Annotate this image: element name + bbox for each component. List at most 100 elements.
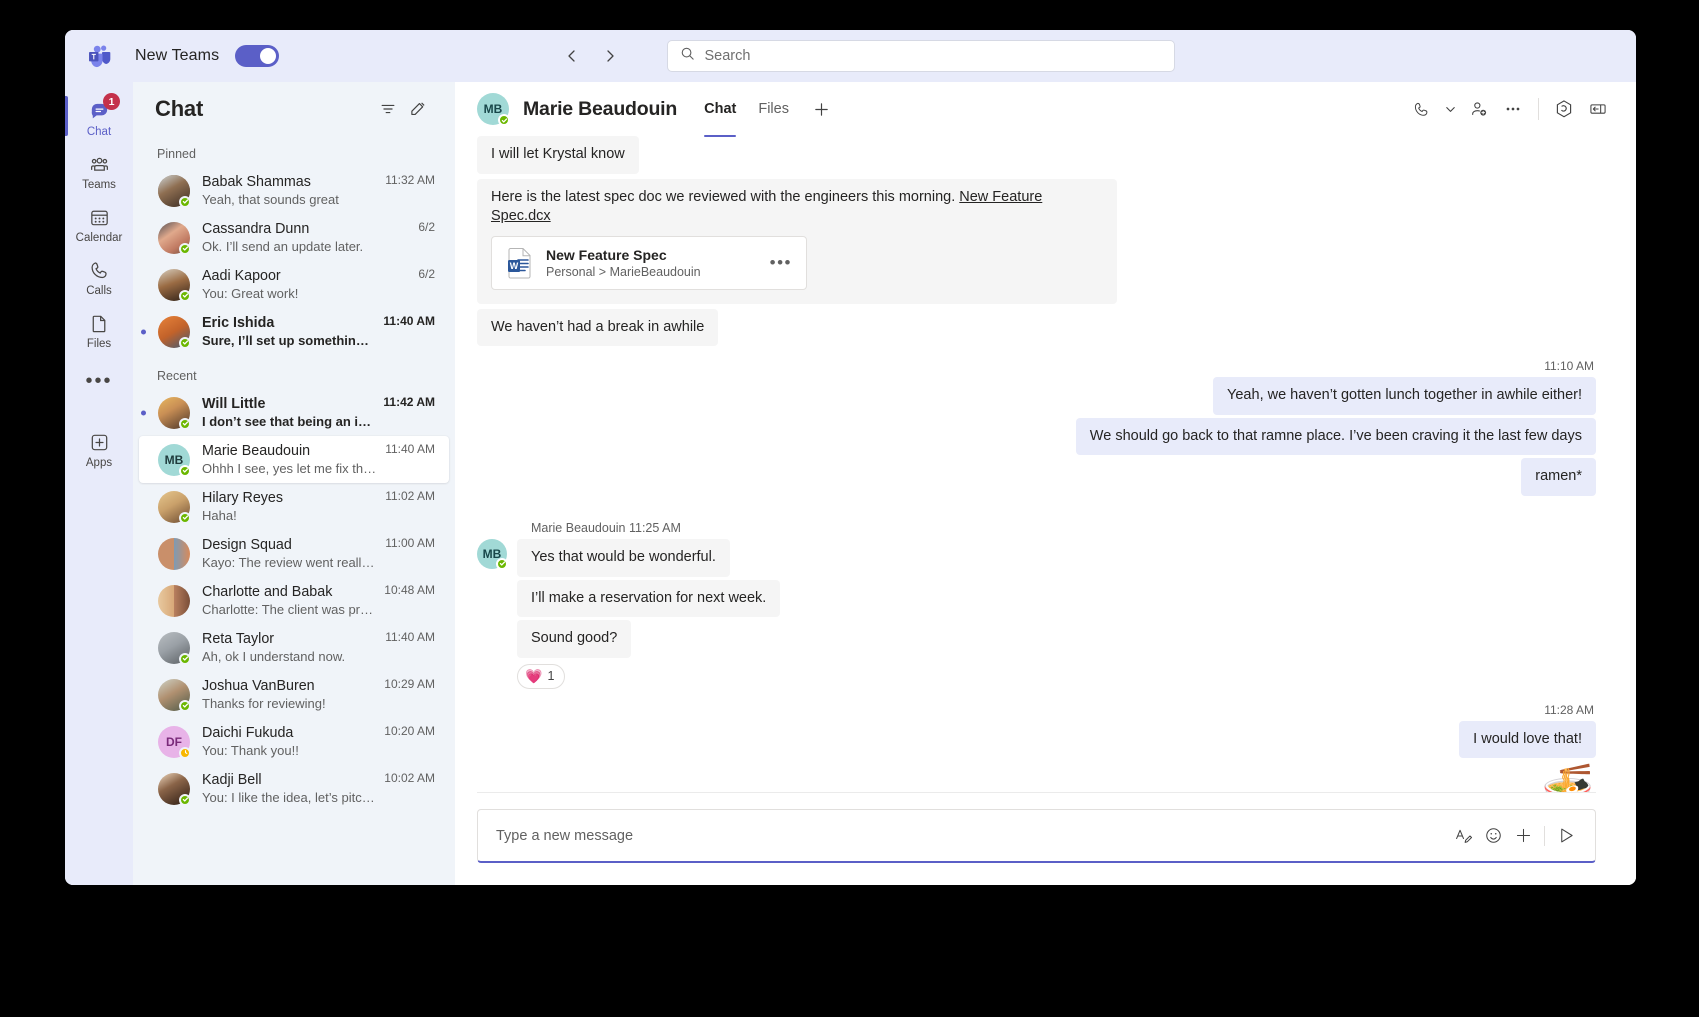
chat-name: Marie Beaudouin <box>202 442 377 460</box>
call-icon[interactable] <box>1405 93 1437 125</box>
new-chat-icon[interactable] <box>403 94 433 124</box>
list-item[interactable]: Design Squad Kayo: The review went reall… <box>139 530 449 577</box>
chat-timestamp: 11:40 AM <box>385 442 435 456</box>
send-icon[interactable] <box>1551 821 1581 851</box>
chat-name: Joshua VanBuren <box>202 677 376 695</box>
message-bubble: I would love that! <box>1459 721 1596 759</box>
avatar: MB <box>477 539 507 569</box>
chat-name: Will Little <box>202 395 375 413</box>
avatar <box>158 269 190 301</box>
emoji-icon[interactable] <box>1478 821 1508 851</box>
chat-preview: Ok. I’ll send an update later. <box>202 238 410 255</box>
divider <box>1538 98 1539 120</box>
list-item[interactable]: Charlotte and Babak Charlotte: The clien… <box>139 577 449 624</box>
message-group-outgoing: 11:28 AM I would love that! 🍜 <box>477 703 1596 793</box>
list-item[interactable]: Reta Taylor Ah, ok I understand now. 11:… <box>139 624 449 671</box>
filter-icon[interactable] <box>373 94 403 124</box>
title-bar: New Teams Search <box>65 30 1636 82</box>
chat-preview: Charlotte: The client was pretty happy w… <box>202 601 376 618</box>
file-more-icon[interactable]: ••• <box>766 254 796 271</box>
rail-item-chat[interactable]: 1 Chat <box>65 90 133 143</box>
chevron-down-icon[interactable] <box>1439 93 1461 125</box>
list-item[interactable]: Kadji Bell You: I like the idea, let’s p… <box>139 765 449 812</box>
list-item-selected[interactable]: MB Marie Beaudouin Ohhh I see, yes let m… <box>139 436 449 483</box>
file-name: New Feature Spec <box>546 247 766 263</box>
more-options-icon[interactable] <box>1497 93 1529 125</box>
file-path: Personal > MarieBeaudouin <box>546 265 766 279</box>
format-text-icon[interactable] <box>1448 821 1478 851</box>
copilot-icon[interactable] <box>1548 93 1580 125</box>
list-item[interactable]: Will Little I don’t see that being an is… <box>139 389 449 436</box>
chat-timestamp: 6/2 <box>418 267 435 281</box>
avatar <box>158 316 190 348</box>
message-input[interactable]: Type a new message <box>477 809 1596 863</box>
avatar <box>158 175 190 207</box>
message-bubble: We should go back to that ramne place. I… <box>1076 418 1596 456</box>
list-item[interactable]: Hilary Reyes Haha! 11:02 AM <box>139 483 449 530</box>
chat-name: Aadi Kapoor <box>202 267 410 285</box>
message-thread[interactable]: I will let Krystal know Here is the late… <box>455 136 1636 793</box>
add-people-icon[interactable] <box>1463 93 1495 125</box>
message-timestamp: 11:10 AM <box>477 359 1594 373</box>
file-message-body: Here is the latest spec doc we reviewed … <box>491 189 959 205</box>
presence-available-icon <box>496 558 508 570</box>
chat-preview: Ohhh I see, yes let me fix that! <box>202 460 377 477</box>
rail-item-files[interactable]: Files <box>65 302 133 355</box>
list-item[interactable]: Eric Ishida Sure, I’ll set up something … <box>139 308 449 355</box>
back-button[interactable] <box>557 41 587 71</box>
rail-item-calendar[interactable]: Calendar <box>65 196 133 249</box>
add-tab-icon[interactable] <box>808 95 836 123</box>
reaction-badge[interactable]: 💗 1 <box>517 664 565 689</box>
file-attachment-card[interactable]: W New Feature Spec Personal > MarieBeaud… <box>491 236 807 290</box>
tab-chat[interactable]: Chat <box>695 95 745 123</box>
list-item[interactable]: Joshua VanBuren Thanks for reviewing! 10… <box>139 671 449 718</box>
avatar <box>158 491 190 523</box>
conversation-pane: MB Marie Beaudouin Chat Files <box>455 82 1636 885</box>
navigation-arrows <box>557 41 625 71</box>
list-item[interactable]: Cassandra Dunn Ok. I’ll send an update l… <box>139 214 449 261</box>
forward-button[interactable] <box>595 41 625 71</box>
avatar-initials: MB <box>165 453 184 467</box>
tab-files[interactable]: Files <box>749 95 798 123</box>
svg-text:W: W <box>510 261 519 271</box>
rail-item-teams[interactable]: Teams <box>65 143 133 196</box>
presence-available-icon <box>179 196 191 208</box>
conversation-header: MB Marie Beaudouin Chat Files <box>455 82 1636 136</box>
rail-item-apps[interactable]: Apps <box>65 421 133 474</box>
presence-available-icon <box>179 243 191 255</box>
chat-list-pane: Chat Pinned <box>133 82 455 885</box>
message-bubble: ramen* <box>1521 458 1596 496</box>
message-bubble: I will let Krystal know <box>477 136 639 174</box>
rail-label-calls: Calls <box>86 285 112 297</box>
chat-timestamp: 6/2 <box>418 220 435 234</box>
chat-preview: You: Thank you!! <box>202 742 376 759</box>
chat-name: Daichi Fukuda <box>202 724 376 742</box>
section-label-recent: Recent <box>133 355 455 389</box>
rail-item-calls[interactable]: Calls <box>65 249 133 302</box>
chat-list-scroll[interactable]: Pinned Babak Shammas Yeah, that sounds g… <box>133 136 455 885</box>
unread-indicator <box>141 410 146 415</box>
rail-label-calendar: Calendar <box>76 232 123 244</box>
search-input[interactable]: Search <box>667 40 1175 72</box>
chat-name: Kadji Bell <box>202 771 376 789</box>
message-group-outgoing: 11:10 AM Yeah, we haven’t gotten lunch t… <box>477 359 1596 499</box>
avatar-group <box>158 538 190 570</box>
reaction-count: 1 <box>547 669 554 683</box>
chat-timestamp: 10:48 AM <box>384 583 435 597</box>
new-teams-toggle[interactable] <box>235 45 279 67</box>
message-bubble-with-file: Here is the latest spec doc we reviewed … <box>477 179 1117 304</box>
chat-preview: I don’t see that being an issue. Can you… <box>202 413 375 430</box>
chat-preview: Yeah, that sounds great <box>202 191 377 208</box>
avatar: DF <box>158 726 190 758</box>
expand-pane-icon[interactable] <box>1582 93 1614 125</box>
list-item[interactable]: Babak Shammas Yeah, that sounds great 11… <box>139 167 449 214</box>
chat-preview: Thanks for reviewing! <box>202 695 376 712</box>
list-item[interactable]: DF Daichi Fukuda You: Thank you!! 10:20 … <box>139 718 449 765</box>
ellipsis-icon[interactable]: ••• <box>85 355 112 407</box>
divider <box>1544 826 1545 846</box>
rail-label-apps: Apps <box>86 457 112 469</box>
attach-plus-icon[interactable] <box>1508 821 1538 851</box>
list-item[interactable]: Aadi Kapoor You: Great work! 6/2 <box>139 261 449 308</box>
rail-label-teams: Teams <box>82 179 116 191</box>
section-label-pinned: Pinned <box>133 142 455 167</box>
